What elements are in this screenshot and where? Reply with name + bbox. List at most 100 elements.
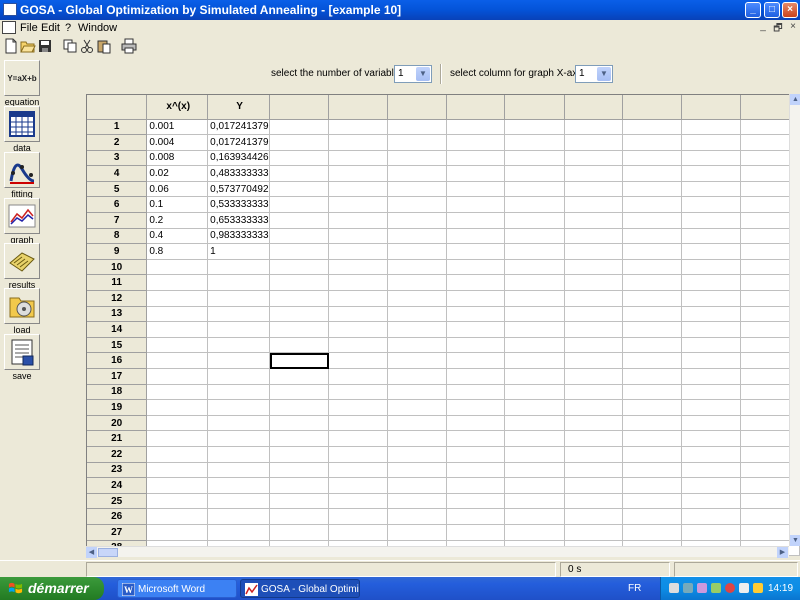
save-tool[interactable]: save: [2, 334, 42, 381]
grid-cell[interactable]: [146, 368, 209, 385]
grid-cell[interactable]: [269, 196, 330, 214]
grid-cell[interactable]: [207, 274, 271, 292]
grid-cell[interactable]: [622, 415, 683, 432]
grid-cell[interactable]: [446, 119, 506, 136]
close-button[interactable]: ×: [782, 2, 798, 18]
grid-cell[interactable]: [269, 150, 330, 167]
grid-cell[interactable]: [269, 134, 330, 151]
grid-cell[interactable]: [564, 243, 623, 260]
grid-cell[interactable]: [207, 399, 271, 416]
grid-cell[interactable]: [564, 274, 623, 292]
grid-cell[interactable]: [328, 508, 388, 525]
grid-cell[interactable]: [681, 321, 741, 338]
grid-cell[interactable]: [622, 181, 683, 198]
grid-cell[interactable]: [681, 259, 741, 276]
grid-cell[interactable]: [387, 212, 448, 229]
scroll-thumb[interactable]: [98, 548, 118, 557]
grid-cell[interactable]: [269, 368, 330, 385]
grid-cell[interactable]: [387, 165, 448, 182]
row-header[interactable]: 19: [87, 399, 148, 416]
grid-cell[interactable]: [387, 352, 448, 369]
grid-cell[interactable]: [622, 212, 683, 229]
grid-cell[interactable]: 0,163934426: [207, 150, 271, 167]
grid-cell[interactable]: [564, 462, 623, 479]
grid-cell[interactable]: [207, 352, 271, 369]
column-header[interactable]: [387, 95, 448, 120]
grid-cell[interactable]: [269, 384, 330, 401]
grid-cell[interactable]: [328, 352, 388, 369]
grid-cell[interactable]: [564, 181, 623, 198]
grid-cell[interactable]: [328, 493, 388, 510]
grid-cell[interactable]: [207, 321, 271, 338]
grid-cell[interactable]: 0,483333333: [207, 165, 271, 182]
grid-cell[interactable]: [446, 196, 506, 214]
grid-cell[interactable]: [504, 415, 565, 432]
grid-cell[interactable]: [328, 446, 388, 463]
grid-cell[interactable]: [504, 446, 565, 463]
grid-cell[interactable]: [328, 228, 388, 245]
grid-cell[interactable]: [622, 462, 683, 479]
maximize-button[interactable]: □: [764, 2, 780, 18]
grid-cell[interactable]: [269, 119, 330, 136]
row-header[interactable]: 8: [87, 228, 148, 245]
grid-cell[interactable]: [146, 384, 209, 401]
grid-cell[interactable]: 0.008: [146, 150, 209, 167]
scroll-down-icon[interactable]: ▼: [790, 535, 800, 546]
vertical-scrollbar[interactable]: ▲ ▼: [789, 94, 800, 546]
grid-cell[interactable]: [564, 384, 623, 401]
menu-help[interactable]: ?: [65, 22, 71, 34]
grid-cell[interactable]: [681, 399, 741, 416]
grid-cell[interactable]: [622, 493, 683, 510]
grid-cell[interactable]: 0.2: [146, 212, 209, 229]
grid-cell[interactable]: [328, 306, 388, 323]
grid-cell[interactable]: [387, 150, 448, 167]
grid-cell[interactable]: [564, 399, 623, 416]
column-header[interactable]: x^(x): [146, 95, 209, 120]
row-header[interactable]: 6: [87, 196, 148, 214]
grid-cell[interactable]: [681, 368, 741, 385]
grid-cell[interactable]: [564, 415, 623, 432]
row-header[interactable]: 22: [87, 446, 148, 463]
graph-button[interactable]: [4, 198, 40, 234]
menu-window[interactable]: Window: [78, 22, 117, 34]
grid-cell[interactable]: [622, 196, 683, 214]
grid-cell[interactable]: [387, 508, 448, 525]
corner-header[interactable]: [87, 95, 148, 120]
task-gosa[interactable]: GOSA - Global Optimi...: [240, 579, 360, 598]
grid-cell[interactable]: [269, 399, 330, 416]
grid-cell[interactable]: [269, 524, 330, 541]
grid-cell[interactable]: [146, 306, 209, 323]
grid-cell[interactable]: [622, 243, 683, 260]
grid-cell[interactable]: [269, 508, 330, 525]
grid-cell[interactable]: [504, 259, 565, 276]
grid-cell[interactable]: [564, 165, 623, 182]
row-header[interactable]: 9: [87, 243, 148, 260]
grid-cell[interactable]: [207, 477, 271, 494]
scroll-right-icon[interactable]: ▶: [777, 547, 788, 558]
grid-cell[interactable]: [504, 477, 565, 494]
grid-cell[interactable]: [504, 196, 565, 214]
grid-cell[interactable]: [622, 290, 683, 307]
grid-cell[interactable]: 0.004: [146, 134, 209, 151]
grid-cell[interactable]: [207, 415, 271, 432]
save-disk-icon[interactable]: [37, 38, 53, 54]
tray-icon-5[interactable]: [725, 583, 735, 593]
grid-cell[interactable]: [387, 415, 448, 432]
grid-cell[interactable]: [446, 415, 506, 432]
grid-cell[interactable]: [681, 524, 741, 541]
grid-cell[interactable]: [681, 212, 741, 229]
row-header[interactable]: 7: [87, 212, 148, 229]
grid-cell[interactable]: [504, 274, 565, 292]
grid-cell[interactable]: [446, 306, 506, 323]
column-header[interactable]: [504, 95, 565, 120]
grid-cell[interactable]: [269, 181, 330, 198]
grid-cell[interactable]: [446, 352, 506, 369]
grid-cell[interactable]: [622, 119, 683, 136]
grid-cell[interactable]: [387, 306, 448, 323]
xaxis-select[interactable]: 1 ▼: [575, 65, 613, 83]
grid-cell[interactable]: [681, 477, 741, 494]
grid-cell[interactable]: [681, 165, 741, 182]
grid-cell[interactable]: [146, 446, 209, 463]
grid-cell[interactable]: [328, 150, 388, 167]
grid-cell[interactable]: [446, 368, 506, 385]
